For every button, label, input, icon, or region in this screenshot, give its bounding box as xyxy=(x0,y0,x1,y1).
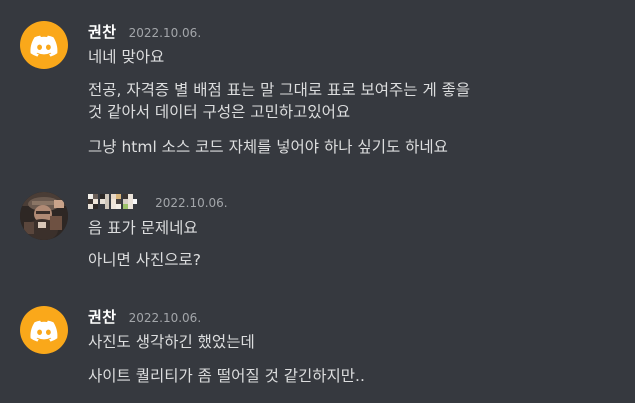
user-avatar[interactable] xyxy=(20,192,68,240)
username[interactable]: 권찬 xyxy=(88,308,117,326)
message-line: 사이트 퀄리티가 좀 떨어질 것 같긴하지만.. xyxy=(88,367,365,385)
timestamp[interactable]: 2022.10.06. xyxy=(155,196,228,210)
user-avatar[interactable] xyxy=(20,306,68,354)
message-header: 2022.10.06. xyxy=(88,192,228,211)
user-avatar[interactable] xyxy=(20,21,68,69)
pixelated-username[interactable] xyxy=(88,193,138,210)
message-line: 전공, 자격증 별 배점 표는 말 그대로 표로 보여주는 게 좋을 xyxy=(88,81,471,99)
timestamp[interactable]: 2022.10.06. xyxy=(129,26,202,40)
chat-messages: 권찬 2022.10.06. 네네 맞아요 전공, 자격증 별 배점 표는 말 그… xyxy=(0,0,635,403)
timestamp[interactable]: 2022.10.06. xyxy=(129,311,202,325)
message-header: 권찬 2022.10.06. xyxy=(88,21,201,42)
message-line: 아니면 사진으로? xyxy=(88,251,201,269)
message-line: 것 같아서 데이터 구성은 고민하고있어요 xyxy=(88,103,351,121)
discord-logo-icon xyxy=(30,35,58,57)
discord-logo-icon xyxy=(30,320,58,342)
message-header: 권찬 2022.10.06. xyxy=(88,306,201,327)
message-line: 네네 맞아요 xyxy=(88,48,165,66)
user-photo-avatar xyxy=(20,192,68,240)
message-line: 음 표가 문제네요 xyxy=(88,219,198,237)
username[interactable]: 권찬 xyxy=(88,23,117,41)
message-line: 그냥 html 소스 코드 자체를 넣어야 하나 싶기도 하네요 xyxy=(88,138,448,156)
message-line: 사진도 생각하긴 했었는데 xyxy=(88,333,255,351)
